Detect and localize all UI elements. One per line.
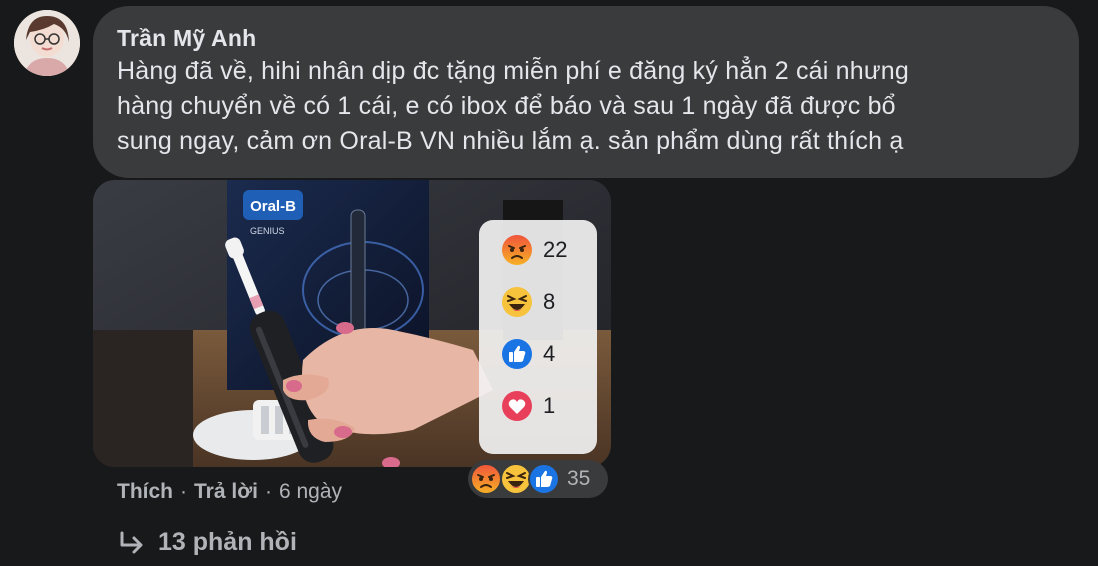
reaction-count: 22 xyxy=(543,237,568,262)
like-button[interactable]: Thích xyxy=(117,480,173,504)
comment-text-line: hàng chuyển về có 1 cái, e có ibox để bá… xyxy=(117,92,896,120)
angry-icon xyxy=(502,235,532,265)
reaction-total: 35 xyxy=(567,467,591,490)
view-replies-button[interactable]: 13 phản hồi xyxy=(118,528,297,557)
comment-text-line: sung ngay, cảm ơn Oral-B VN nhiều lắm ạ.… xyxy=(117,127,904,155)
comment-author[interactable]: Trần Mỹ Anh xyxy=(117,24,1055,52)
reaction-row-haha[interactable]: 8 xyxy=(501,285,555,319)
comment-actions: Thích · Trả lời · 6 ngày xyxy=(117,480,342,504)
comment-text-line: Hàng đã về, hihi nhân dịp đc tặng miễn p… xyxy=(117,57,909,85)
love-icon xyxy=(502,391,532,421)
separator: · xyxy=(180,480,187,503)
avatar-image xyxy=(14,10,80,76)
angry-icon xyxy=(470,463,502,495)
haha-icon xyxy=(502,287,532,317)
model-text: GENIUS xyxy=(250,226,285,236)
reaction-breakdown-popup: 22 8 4 1 xyxy=(479,220,597,454)
separator: · xyxy=(264,480,272,503)
reply-arrow-icon xyxy=(120,531,143,553)
reaction-row-love[interactable]: 1 xyxy=(501,389,555,423)
reaction-row-like[interactable]: 4 xyxy=(501,337,555,371)
reaction-row-angry[interactable]: 22 xyxy=(501,233,567,267)
like-icon xyxy=(528,463,560,495)
comment-bubble: Trần Mỹ Anh Hàng đã về, hihi nhân dịp đc… xyxy=(93,6,1079,178)
avatar[interactable] xyxy=(14,10,80,76)
reaction-count: 8 xyxy=(543,289,556,314)
replies-count-label: 13 phản hồi xyxy=(158,528,297,556)
reply-button[interactable]: Trả lời xyxy=(194,480,258,504)
reaction-count: 4 xyxy=(543,341,556,366)
comment-text: Hàng đã về, hihi nhân dịp đc tặng miễn p… xyxy=(117,54,1055,159)
reaction-summary[interactable]: 35 xyxy=(468,460,608,498)
comment-timestamp[interactable]: 6 ngày xyxy=(279,480,342,504)
reaction-count: 1 xyxy=(543,393,556,418)
like-icon xyxy=(502,339,532,369)
brand-logo-text: Oral-B xyxy=(250,198,296,215)
